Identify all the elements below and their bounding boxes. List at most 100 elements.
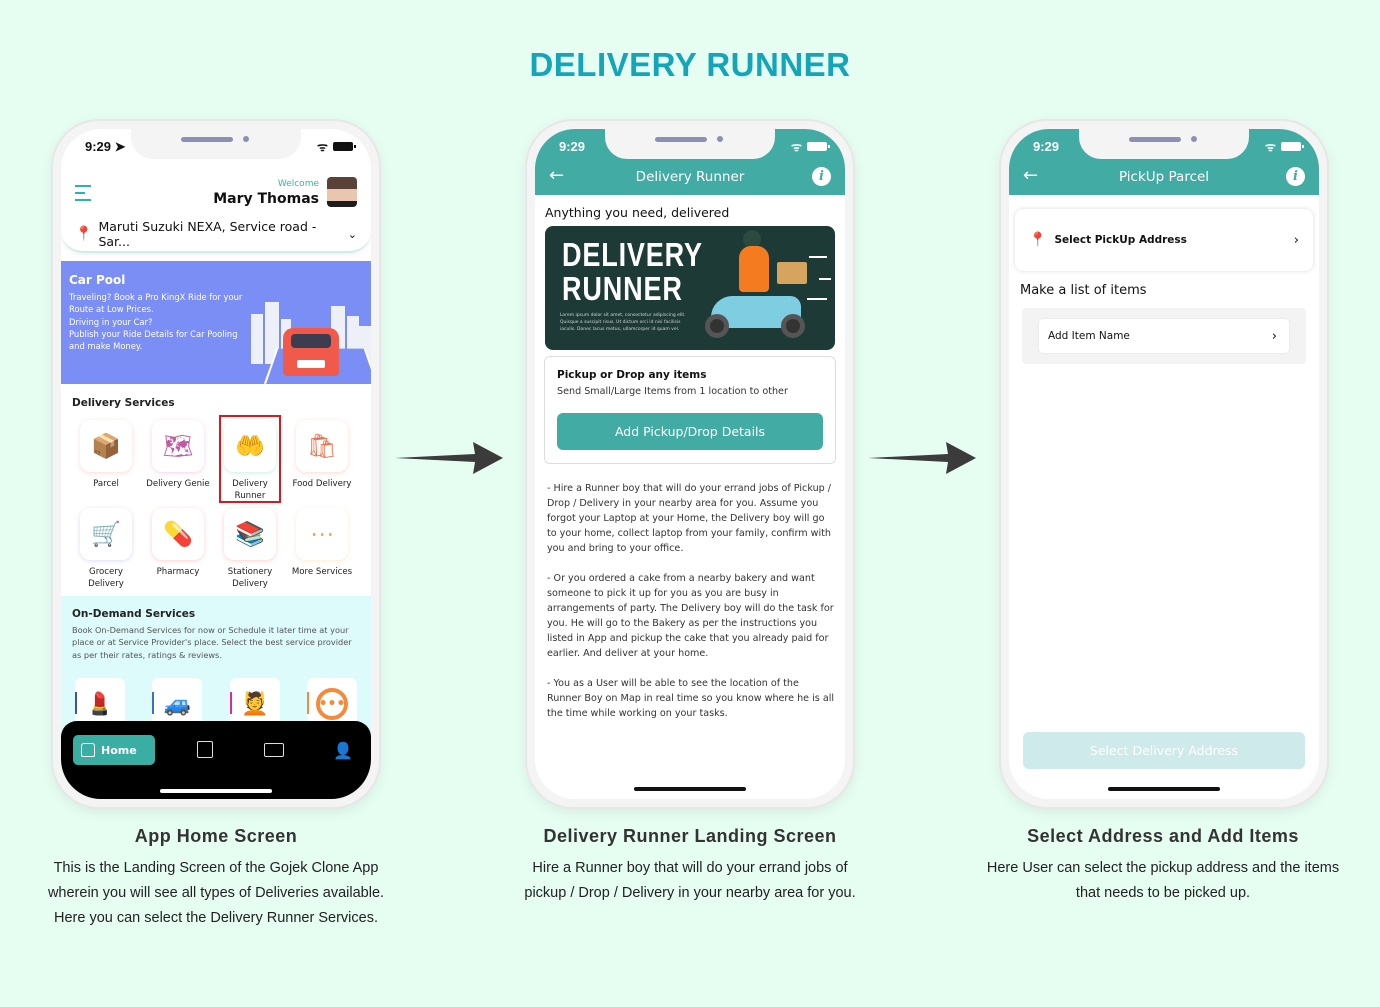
header-title: Delivery Runner	[635, 169, 745, 185]
pharmacy-icon: 💊	[152, 508, 204, 560]
more-services-icon: ⋯	[296, 508, 348, 560]
phone-screen: 9:29 ᯤ ← PickUp Parcel i 📍 Select PickUp…	[1009, 129, 1319, 799]
select-delivery-address-button[interactable]: Select Delivery Address	[1023, 732, 1305, 769]
arrow-right-icon	[395, 442, 503, 474]
status-time: 9:29	[1033, 139, 1060, 154]
carpool-line: Publish your Ride Details for Car Poolin…	[69, 328, 238, 352]
city-car-illustration	[241, 299, 371, 384]
welcome-label: Welcome	[277, 179, 319, 189]
service-label: Parcel	[93, 479, 119, 489]
section-description: Book On-Demand Services for now or Sched…	[72, 625, 352, 660]
battery-icon	[333, 142, 356, 151]
service-item[interactable]: 💊 Pharmacy	[142, 504, 214, 590]
chevron-down-icon: ⌄	[347, 227, 357, 241]
notch	[605, 129, 775, 159]
add-item-label: Add Item Name	[1048, 330, 1130, 342]
carpool-banner[interactable]: Car Pool Traveling? Book a Pro KingX Rid…	[61, 261, 371, 384]
phone-delivery-runner-screen: 9:29 ᯤ ← Delivery Runner i Anything you …	[527, 121, 853, 807]
pickup-address-label: Select PickUp Address	[1054, 234, 1187, 246]
menu-icon[interactable]	[75, 185, 91, 201]
service-item[interactable]: 🗺 Delivery Genie	[142, 416, 214, 502]
phone-pickup-parcel-screen: 9:29 ᯤ ← PickUp Parcel i 📍 Select PickUp…	[1001, 121, 1327, 807]
service-item[interactable]: 🛒 Grocery Delivery	[70, 504, 142, 590]
info-icon[interactable]: i	[1286, 167, 1305, 186]
carpool-title: Car Pool	[69, 273, 126, 287]
card-subtitle: Send Small/Large Items from 1 location t…	[557, 386, 788, 397]
caption-title: Delivery Runner Landing Screen	[543, 826, 837, 846]
caption-title: App Home Screen	[134, 826, 298, 846]
home-indicator	[1108, 787, 1220, 791]
service-label: Food Delivery	[292, 479, 352, 489]
home-indicator	[160, 789, 272, 793]
phone-home-screen: 9:29 ➤ ᯤ Welcome Mary Thomas 📍 Maruti Su…	[53, 121, 379, 807]
arrow-right-icon	[868, 442, 976, 474]
description-text: - Hire a Runner boy that will do your er…	[547, 481, 835, 736]
phone-screen: 9:29 ᯤ ← Delivery Runner i Anything you …	[535, 129, 845, 799]
delivery-runner-banner: DELIVERY RUNNER Lorem ipsum dolor sit am…	[545, 226, 835, 350]
wifi-icon: ᯤ	[1265, 140, 1276, 154]
avatar[interactable]	[327, 177, 357, 207]
location-text: Maruti Suzuki NEXA, Service road - Sar..…	[98, 219, 317, 249]
tagline: Anything you need, delivered	[545, 205, 730, 220]
caption-runner-screen: Delivery Runner Landing Screen Hire a Ru…	[510, 826, 870, 906]
orders-list-icon[interactable]	[197, 741, 213, 758]
wifi-icon: ᯤ	[791, 140, 802, 154]
location-pin-icon: 📍	[1029, 232, 1047, 248]
add-pickup-drop-button[interactable]: Add Pickup/Drop Details	[557, 413, 823, 450]
scooter-rider-illustration	[701, 228, 831, 338]
service-label: Pharmacy	[156, 567, 200, 577]
home-header: Welcome Mary Thomas 📍 Maruti Suzuki NEXA…	[61, 161, 371, 253]
card-title: Pickup or Drop any items	[557, 369, 707, 381]
service-item[interactable]: 🛍 Food Delivery	[286, 416, 358, 502]
page-title: DELIVERY RUNNER	[529, 46, 851, 83]
profile-icon[interactable]: 👤	[333, 741, 353, 760]
service-item[interactable]: 🤲 Delivery Runner	[219, 415, 281, 503]
nav-home-label: Home	[101, 743, 137, 757]
home-icon	[81, 743, 95, 757]
service-label: Grocery Delivery	[88, 567, 124, 589]
notch	[131, 129, 301, 159]
caption-home-screen: App Home Screen This is the Landing Scre…	[36, 826, 396, 931]
add-item-button[interactable]: Add Item Name ›	[1039, 319, 1289, 353]
wallet-icon[interactable]	[264, 743, 284, 757]
chevron-right-icon: ›	[1271, 328, 1277, 344]
battery-icon	[807, 142, 830, 151]
on-demand-section: On-Demand Services Book On-Demand Servic…	[61, 596, 371, 736]
info-icon[interactable]: i	[812, 167, 831, 186]
section-title: Delivery Services	[72, 397, 175, 409]
nav-home-tab[interactable]: Home	[73, 735, 155, 765]
bottom-nav: Home 👤	[61, 721, 371, 799]
items-list-title: Make a list of items	[1020, 283, 1147, 298]
description-paragraph: - Or you ordered a cake from a nearby ba…	[547, 573, 834, 659]
hand-package-icon: 🤲	[224, 420, 276, 472]
description-paragraph: - Hire a Runner boy that will do your er…	[547, 483, 832, 554]
more-dots-icon: •••	[315, 688, 348, 720]
status-time: 9:29 ➤	[85, 139, 126, 154]
carpool-line: Driving in your Car?	[69, 316, 153, 327]
car-icon	[283, 328, 339, 376]
carpool-line: Traveling? Book a Pro KingX Ride for you…	[69, 292, 243, 315]
banner-title: DELIVERY RUNNER	[562, 236, 703, 307]
notch	[1079, 129, 1249, 159]
delivery-services-section: Delivery Services 📦 Parcel 🗺 Delivery Genie…	[61, 384, 371, 596]
section-title: On-Demand Services	[72, 608, 196, 620]
service-label: Stationery Delivery	[227, 567, 273, 589]
location-pin-icon: 📍	[75, 226, 93, 242]
service-label: Delivery Runner	[232, 479, 268, 501]
home-indicator	[634, 787, 746, 791]
phone-screen: 9:29 ➤ ᯤ Welcome Mary Thomas 📍 Maruti Su…	[61, 129, 371, 799]
service-item[interactable]: ⋯ More Services	[286, 504, 358, 590]
map-pin-icon: 🗺	[152, 420, 204, 472]
caption-text: Here User can select the pickup address …	[986, 860, 1340, 901]
wifi-icon: ᯤ	[317, 140, 328, 154]
service-item[interactable]: 📚 Stationery Delivery	[214, 504, 286, 590]
caption-text: This is the Landing Screen of the Gojek …	[47, 860, 385, 926]
services-grid: 📦 Parcel 🗺 Delivery Genie 🤲 Delivery Runner 🛍 F…	[70, 415, 366, 590]
user-name: Mary Thomas	[213, 191, 319, 207]
chevron-right-icon: ›	[1293, 232, 1299, 248]
service-item[interactable]: 📦 Parcel	[70, 416, 142, 502]
header-title: PickUp Parcel	[1118, 169, 1210, 185]
select-pickup-address-button[interactable]: 📍 Select PickUp Address ›	[1015, 209, 1313, 271]
location-selector[interactable]: 📍 Maruti Suzuki NEXA, Service road - Sar…	[75, 219, 357, 249]
caption-address-screen: Select Address and Add Items Here User c…	[983, 826, 1343, 906]
